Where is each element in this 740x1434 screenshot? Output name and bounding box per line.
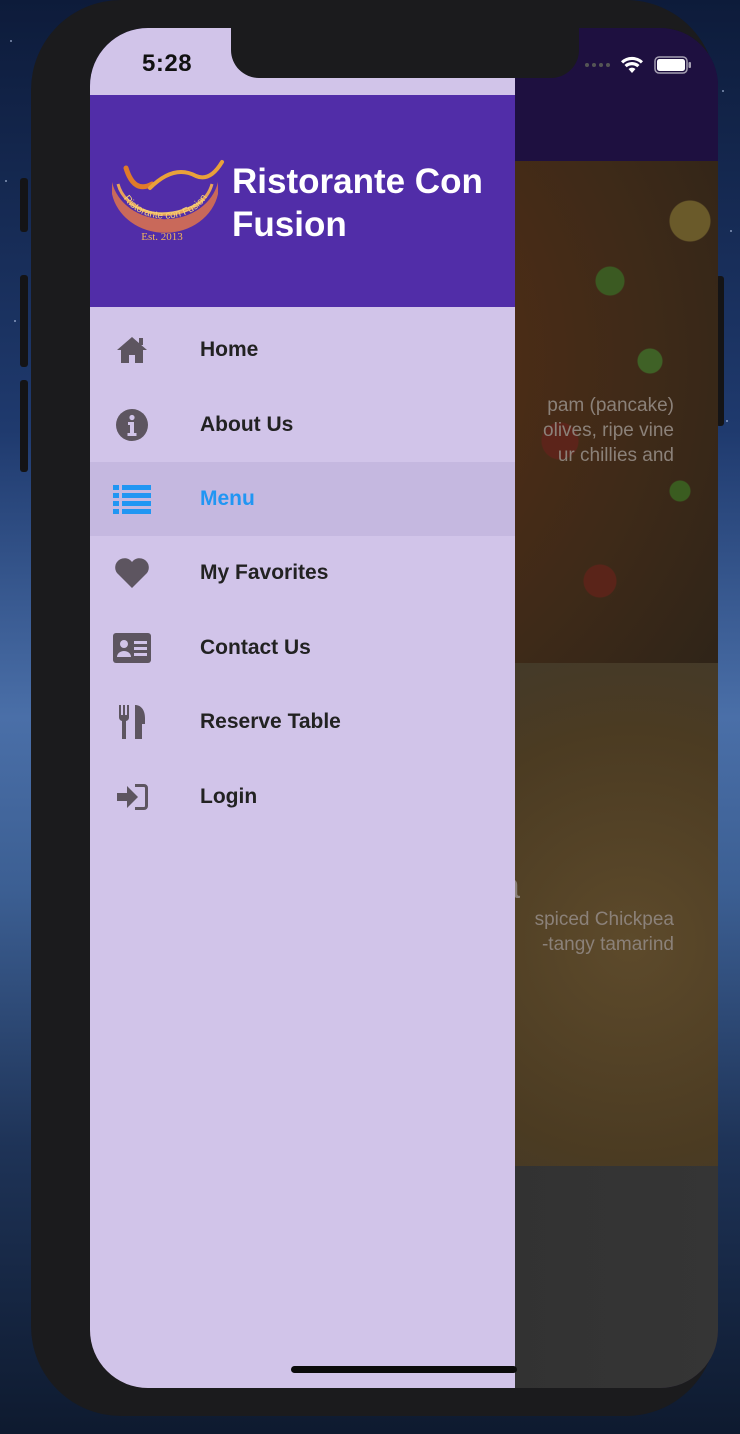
signal-icon: [585, 63, 610, 67]
drawer-item-menu[interactable]: Menu: [90, 461, 515, 537]
brand-title: Ristorante Con Fusion: [232, 162, 483, 244]
drawer-item-reserve[interactable]: Reserve Table: [90, 685, 515, 759]
notch: [231, 28, 579, 78]
navigation-drawer: Est. 2013 Ristorante con Fusion Ristoran…: [90, 28, 515, 1388]
drawer-item-contact[interactable]: Contact Us: [90, 611, 515, 685]
drawer-item-about[interactable]: About Us: [90, 387, 515, 461]
list-icon: [90, 484, 174, 514]
sign-in-icon: [90, 783, 174, 811]
wifi-icon: [621, 56, 643, 73]
drawer-item-label: Contact Us: [200, 635, 311, 659]
address-card-icon: [90, 632, 174, 663]
drawer-item-home[interactable]: Home: [90, 313, 515, 387]
home-icon: [90, 335, 174, 365]
drawer-item-label: Home: [200, 338, 259, 362]
drawer-item-label: Reserve Table: [200, 710, 341, 734]
drawer-menu: Home About Us Menu My Favorites Contact …: [90, 313, 515, 834]
info-icon: [90, 408, 174, 442]
home-indicator[interactable]: [291, 1366, 517, 1373]
svg-text:Est. 2013: Est. 2013: [141, 231, 183, 243]
drawer-item-label: About Us: [200, 412, 294, 436]
drawer-item-label: My Favorites: [200, 561, 329, 585]
heart-icon: [90, 557, 174, 589]
screen: pam (pancake) olives, ripe vine ur chill…: [90, 28, 718, 1388]
restaurant-logo: Est. 2013 Ristorante con Fusion: [112, 160, 224, 243]
cutlery-icon: [90, 704, 174, 740]
phone-frame: pam (pancake) olives, ripe vine ur chill…: [20, 0, 724, 1416]
drawer-item-login[interactable]: Login: [90, 759, 515, 833]
drawer-item-label: Menu: [200, 486, 255, 510]
drawer-item-favorites[interactable]: My Favorites: [90, 536, 515, 610]
drawer-item-label: Login: [200, 784, 258, 808]
battery-icon: [654, 56, 691, 74]
status-time: 5:28: [142, 50, 193, 77]
status-icons: [585, 56, 692, 74]
